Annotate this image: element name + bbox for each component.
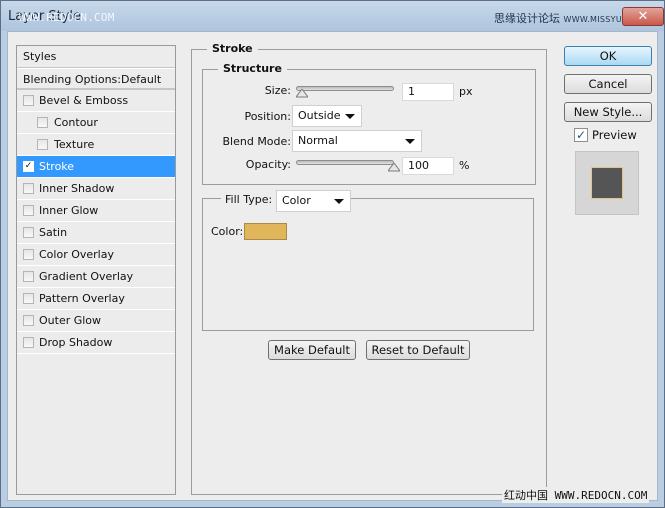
chevron-down-icon <box>405 139 415 144</box>
position-label: Position: <box>244 110 291 123</box>
style-checkbox[interactable] <box>23 183 34 194</box>
style-item-label: Stroke <box>39 160 75 173</box>
style-item-label: Inner Glow <box>39 204 99 217</box>
opacity-input[interactable]: 100 <box>402 157 454 175</box>
style-item-label: Outer Glow <box>39 314 102 327</box>
style-item-label: Satin <box>39 226 68 239</box>
style-checkbox[interactable]: ✓ <box>23 161 34 172</box>
position-dropdown[interactable]: Outside <box>292 105 362 127</box>
preview-swatch <box>591 167 623 199</box>
size-slider[interactable] <box>296 86 394 91</box>
style-item-label: Bevel & Emboss <box>39 94 129 107</box>
style-item-outer-glow[interactable]: Outer Glow <box>17 310 175 332</box>
opacity-label: Opacity: <box>245 158 291 171</box>
style-checkbox[interactable] <box>23 337 34 348</box>
checkmark-icon: ✓ <box>575 128 587 142</box>
layer-style-dialog: Layer Style WWW.REDOCN.COM 思缘设计论坛 WWW.MI… <box>0 0 665 508</box>
style-item-stroke[interactable]: ✓ Stroke <box>17 156 175 178</box>
style-item-gradient-overlay[interactable]: Gradient Overlay <box>17 266 175 288</box>
fill-type-value: Color <box>282 194 311 207</box>
watermark-cn-text: 思缘设计论坛 <box>494 12 560 25</box>
cancel-button[interactable]: Cancel <box>564 74 652 94</box>
style-item-inner-glow[interactable]: Inner Glow <box>17 200 175 222</box>
new-style-button[interactable]: New Style... <box>564 102 652 122</box>
make-default-button[interactable]: Make Default <box>268 340 356 360</box>
style-checkbox[interactable] <box>23 227 34 238</box>
style-item-inner-shadow[interactable]: Inner Shadow <box>17 178 175 200</box>
style-item-bevel-emboss[interactable]: Bevel & Emboss <box>17 90 175 112</box>
style-checkbox[interactable] <box>23 271 34 282</box>
structure-group: Structure Size: 1 px Position: Outside B… <box>202 62 536 185</box>
slider-thumb-icon <box>296 89 308 98</box>
slider-thumb-icon <box>388 163 400 172</box>
style-item-label: Pattern Overlay <box>39 292 125 305</box>
title-bar[interactable]: Layer Style WWW.REDOCN.COM 思缘设计论坛 WWW.MI… <box>1 1 664 31</box>
blend-mode-value: Normal <box>298 134 338 147</box>
ok-button[interactable]: OK <box>564 46 652 66</box>
opacity-slider[interactable] <box>296 160 394 165</box>
style-checkbox[interactable] <box>23 315 34 326</box>
size-input[interactable]: 1 <box>402 83 454 101</box>
size-unit: px <box>459 85 473 98</box>
preview-checkbox[interactable]: ✓ <box>574 128 588 142</box>
watermark-top-left: WWW.REDOCN.COM <box>19 11 115 24</box>
style-item-pattern-overlay[interactable]: Pattern Overlay <box>17 288 175 310</box>
blending-options-item[interactable]: Blending Options:Default <box>17 68 175 90</box>
style-item-color-overlay[interactable]: Color Overlay <box>17 244 175 266</box>
dialog-body: Styles Blending Options:Default Bevel & … <box>7 31 658 503</box>
style-checkbox[interactable] <box>23 293 34 304</box>
color-label: Color: <box>211 225 244 238</box>
close-button[interactable]: ✕ <box>622 7 664 26</box>
watermark-bottom: 红动中国 WWW.REDOCN.COM <box>502 487 650 503</box>
styles-header[interactable]: Styles <box>17 46 175 68</box>
style-item-drop-shadow[interactable]: Drop Shadow <box>17 332 175 354</box>
color-swatch[interactable] <box>244 223 287 240</box>
style-items: Bevel & Emboss Contour Texture ✓ Stroke Inner… <box>17 90 175 354</box>
style-checkbox[interactable] <box>23 205 34 216</box>
preview-label: Preview <box>592 128 637 142</box>
fill-type-dropdown[interactable]: Color <box>276 190 351 212</box>
preview-thumbnail <box>575 151 639 215</box>
blend-mode-label: Blend Mode: <box>222 135 292 148</box>
style-item-label: Inner Shadow <box>39 182 115 195</box>
fill-type-label: Fill Type: <box>221 193 277 206</box>
reset-to-default-button[interactable]: Reset to Default <box>366 340 470 360</box>
chevron-down-icon <box>345 114 355 119</box>
chevron-down-icon <box>334 199 344 204</box>
style-item-label: Contour <box>54 116 98 129</box>
style-checkbox[interactable] <box>23 249 34 260</box>
style-item-contour[interactable]: Contour <box>17 112 175 134</box>
style-item-label: Texture <box>54 138 95 151</box>
style-item-texture[interactable]: Texture <box>17 134 175 156</box>
style-checkbox[interactable] <box>23 95 34 106</box>
style-checkbox[interactable] <box>37 117 48 128</box>
fill-type-group: Fill Type: Color Color: <box>202 190 534 331</box>
style-item-label: Gradient Overlay <box>39 270 134 283</box>
style-checkbox[interactable] <box>37 139 48 150</box>
style-item-label: Drop Shadow <box>39 336 113 349</box>
structure-group-title: Structure <box>218 62 287 75</box>
styles-list: Styles Blending Options:Default Bevel & … <box>16 45 176 495</box>
stroke-group-title: Stroke <box>207 42 258 55</box>
position-value: Outside <box>298 109 341 122</box>
style-item-label: Color Overlay <box>39 248 114 261</box>
style-item-satin[interactable]: Satin <box>17 222 175 244</box>
stroke-group: Stroke Structure Size: 1 px Position: Ou… <box>191 42 547 495</box>
opacity-unit: % <box>459 159 470 172</box>
close-icon: ✕ <box>637 9 649 24</box>
blend-mode-dropdown[interactable]: Normal <box>292 130 422 152</box>
size-label: Size: <box>264 84 291 97</box>
